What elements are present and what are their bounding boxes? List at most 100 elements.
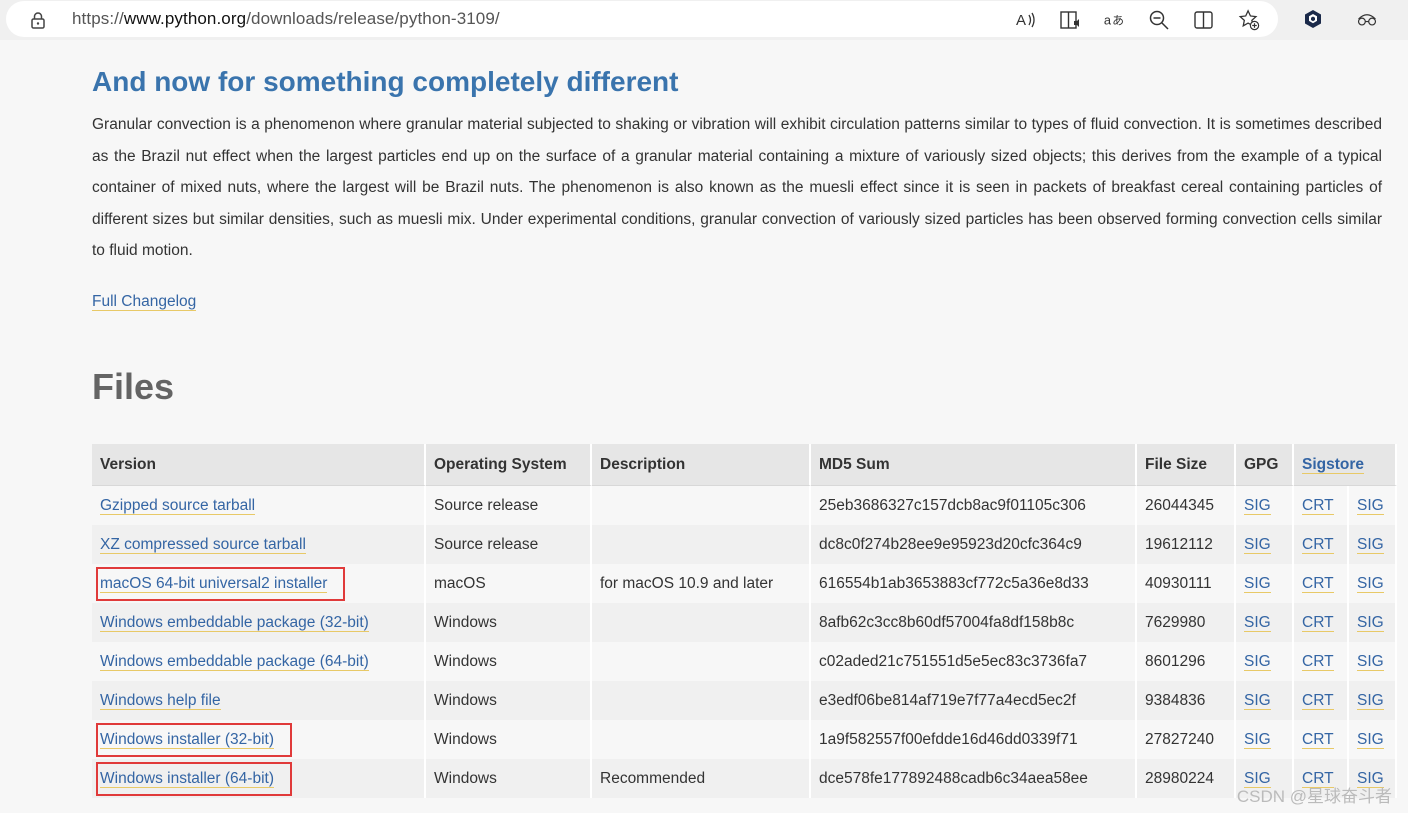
md5-cell: c02aded21c751551d5e5ec83c3736fa7 — [811, 642, 1137, 681]
sigstore-sig-link[interactable]: SIG — [1357, 613, 1384, 632]
column-header-file-size: File Size — [1137, 444, 1236, 486]
gpg-sig-link[interactable]: SIG — [1244, 535, 1271, 554]
copilot-icon[interactable] — [1356, 8, 1378, 30]
version-cell: XZ compressed source tarball — [92, 525, 426, 564]
column-header-sigstore[interactable]: Sigstore — [1294, 444, 1397, 486]
sigstore-crt-link[interactable]: CRT — [1302, 652, 1334, 671]
sigstore-crt-cell: CRT — [1294, 642, 1349, 681]
table-row: XZ compressed source tarball Source relea… — [92, 525, 1397, 564]
os-cell: Windows — [426, 759, 592, 798]
os-cell: Windows — [426, 681, 592, 720]
download-link[interactable]: Windows embeddable package (32-bit) — [100, 613, 369, 632]
description-cell — [592, 681, 811, 720]
sigstore-crt-link[interactable]: CRT — [1302, 535, 1334, 554]
table-row: Windows embeddable package (32-bit) Windo… — [92, 603, 1397, 642]
column-header-version: Version — [92, 444, 426, 486]
zoom-out-icon[interactable] — [1148, 9, 1170, 31]
sigstore-sig-link[interactable]: SIG — [1357, 496, 1384, 515]
version-cell: Windows embeddable package (32-bit) — [92, 603, 426, 642]
sigstore-sig-link[interactable]: SIG — [1357, 730, 1384, 749]
gpg-cell: SIG — [1236, 720, 1294, 759]
column-header-md5: MD5 Sum — [811, 444, 1137, 486]
sigstore-sig-link[interactable]: SIG — [1357, 652, 1384, 671]
version-cell: Gzipped source tarball — [92, 486, 426, 525]
description-cell — [592, 603, 811, 642]
gpg-sig-link[interactable]: SIG — [1244, 691, 1271, 710]
sigstore-sig-link[interactable]: SIG — [1357, 535, 1384, 554]
file-size-cell: 40930111 — [1137, 564, 1236, 603]
url-path: /downloads/release/python-3109/ — [246, 9, 500, 28]
sigstore-crt-cell: CRT — [1294, 564, 1349, 603]
file-size-cell: 27827240 — [1137, 720, 1236, 759]
md5-cell: 25eb3686327c157dcb8ac9f01105c306 — [811, 486, 1137, 525]
table-row: Gzipped source tarball Source release 25eb… — [92, 486, 1397, 525]
os-cell: Windows — [426, 720, 592, 759]
file-size-cell: 8601296 — [1137, 642, 1236, 681]
split-screen-icon[interactable] — [1193, 9, 1215, 31]
url-text[interactable]: https://www.python.org/downloads/release… — [72, 9, 500, 29]
md5-cell: dc8c0f274b28ee9e95923d20cfc364c9 — [811, 525, 1137, 564]
highlight-box — [96, 761, 292, 796]
gpg-sig-link[interactable]: SIG — [1244, 496, 1271, 515]
md5-cell: dce578fe177892488cadb6c34aea58ee — [811, 759, 1137, 798]
column-header-os: Operating System — [426, 444, 592, 486]
gpg-cell: SIG — [1236, 681, 1294, 720]
gpg-sig-link[interactable]: SIG — [1244, 613, 1271, 632]
description-cell — [592, 642, 811, 681]
sigstore-sig-cell: SIG — [1349, 564, 1397, 603]
gpg-sig-link[interactable]: SIG — [1244, 652, 1271, 671]
address-bar[interactable]: https://www.python.org/downloads/release… — [6, 1, 1278, 37]
download-link[interactable]: Windows embeddable package (64-bit) — [100, 652, 369, 671]
immersive-reader-icon[interactable] — [1059, 9, 1081, 31]
column-header-gpg: GPG — [1236, 444, 1294, 486]
gpg-cell: SIG — [1236, 564, 1294, 603]
sigstore-sig-cell: SIG — [1349, 486, 1397, 525]
svg-text:あ: あ — [1112, 14, 1124, 28]
sigstore-crt-link[interactable]: CRT — [1302, 613, 1334, 632]
table-header-row: Version Operating System Description MD5… — [92, 444, 1397, 486]
sigstore-crt-link[interactable]: CRT — [1302, 691, 1334, 710]
sigstore-sig-link[interactable]: SIG — [1357, 691, 1384, 710]
os-cell: Source release — [426, 525, 592, 564]
url-domain: www.python.org — [123, 9, 247, 28]
download-link[interactable]: Gzipped source tarball — [100, 496, 256, 515]
sigstore-sig-cell: SIG — [1349, 720, 1397, 759]
extension-icon[interactable] — [1302, 8, 1324, 30]
md5-cell: 1a9f582557f00efdde16d46dd0339f71 — [811, 720, 1137, 759]
read-aloud-icon[interactable]: A — [1014, 9, 1036, 31]
file-size-cell: 19612112 — [1137, 525, 1236, 564]
highlight-box — [96, 722, 292, 757]
table-row: Windows help file Windows e3edf06be814af71… — [92, 681, 1397, 720]
gpg-sig-link[interactable]: SIG — [1244, 574, 1271, 593]
os-cell: macOS — [426, 564, 592, 603]
full-changelog-link[interactable]: Full Changelog — [92, 293, 197, 311]
file-size-cell: 26044345 — [1137, 486, 1236, 525]
svg-text:a: a — [1104, 13, 1112, 28]
svg-text:A: A — [1016, 12, 1026, 29]
sigstore-link[interactable]: Sigstore — [1302, 455, 1365, 474]
sigstore-crt-cell: CRT — [1294, 525, 1349, 564]
gpg-cell: SIG — [1236, 603, 1294, 642]
download-link[interactable]: XZ compressed source tarball — [100, 535, 306, 554]
favorite-add-icon[interactable] — [1238, 9, 1260, 31]
sigstore-crt-cell: CRT — [1294, 720, 1349, 759]
sigstore-crt-link[interactable]: CRT — [1302, 496, 1334, 515]
sigstore-sig-link[interactable]: SIG — [1357, 574, 1384, 593]
download-link[interactable]: Windows help file — [100, 691, 221, 710]
translate-icon[interactable]: aあ — [1103, 9, 1125, 31]
version-cell: Windows help file — [92, 681, 426, 720]
gpg-sig-link[interactable]: SIG — [1244, 730, 1271, 749]
gpg-cell: SIG — [1236, 525, 1294, 564]
description-cell: for macOS 10.9 and later — [592, 564, 811, 603]
lock-icon[interactable] — [28, 10, 48, 30]
column-header-description: Description — [592, 444, 811, 486]
description-cell: Recommended — [592, 759, 811, 798]
sigstore-sig-cell: SIG — [1349, 642, 1397, 681]
file-size-cell: 28980224 — [1137, 759, 1236, 798]
sigstore-crt-link[interactable]: CRT — [1302, 730, 1334, 749]
md5-cell: e3edf06be814af719e7f77a4ecd5ec2f — [811, 681, 1137, 720]
description-cell — [592, 525, 811, 564]
version-cell: Windows embeddable package (64-bit) — [92, 642, 426, 681]
sigstore-crt-link[interactable]: CRT — [1302, 574, 1334, 593]
url-scheme: https:// — [72, 9, 124, 28]
